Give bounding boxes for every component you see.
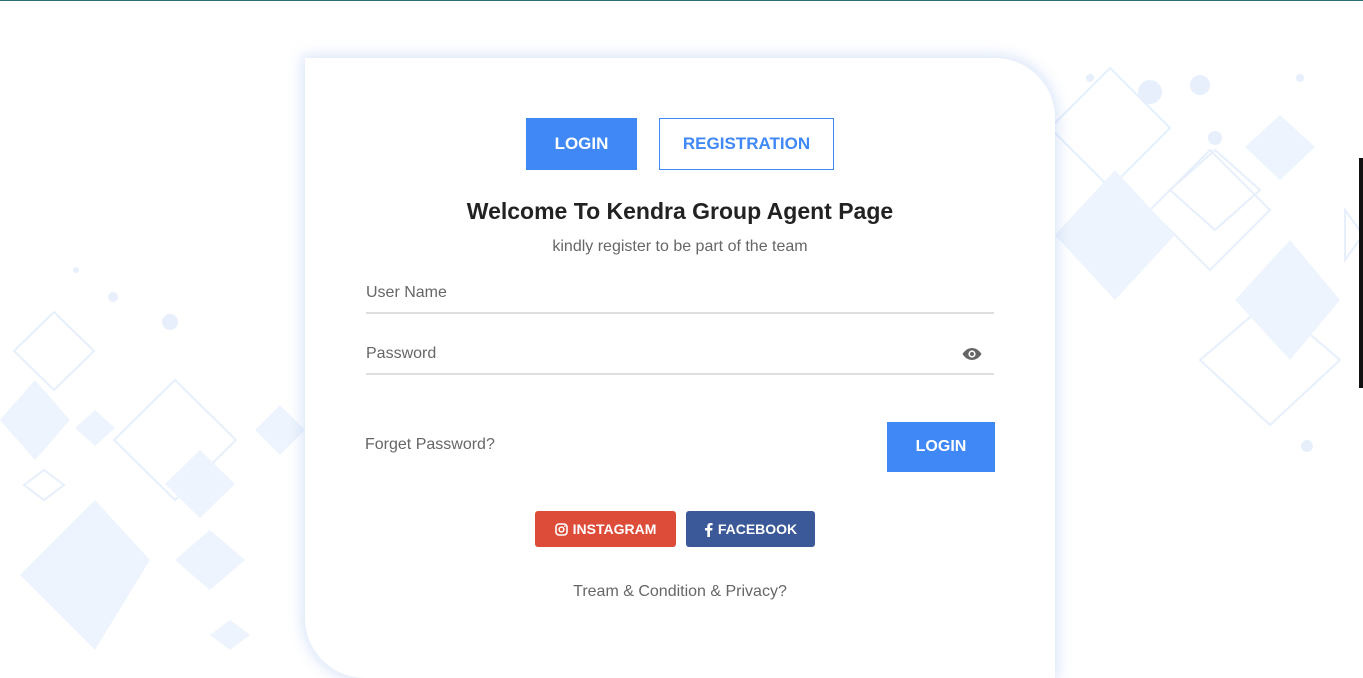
login-button[interactable]: LOGIN — [887, 422, 995, 472]
forget-password-link[interactable]: Forget Password? — [365, 436, 495, 454]
instagram-label: INSTAGRAM — [572, 521, 657, 537]
login-card: LOGIN REGISTRATION Welcome To Kendra Gro… — [305, 58, 1055, 678]
tab-login[interactable]: LOGIN — [526, 118, 637, 170]
tab-registration[interactable]: REGISTRATION — [659, 118, 834, 170]
username-field-container — [366, 276, 994, 314]
eye-icon[interactable] — [962, 347, 982, 361]
instagram-button[interactable]: INSTAGRAM — [535, 511, 676, 547]
facebook-button[interactable]: FACEBOOK — [686, 511, 815, 547]
page-subtitle: kindly register to be part of the team — [552, 238, 808, 255]
page-title: Welcome To Kendra Group Agent Page — [466, 198, 894, 224]
right-edge-bar — [1359, 158, 1363, 388]
terms-privacy-link[interactable]: Tream & Condition & Privacy? — [305, 583, 1055, 601]
facebook-label: FACEBOOK — [717, 521, 798, 537]
facebook-icon — [704, 522, 713, 537]
password-input[interactable] — [366, 337, 956, 371]
password-field-container — [366, 337, 994, 375]
username-input[interactable] — [366, 276, 956, 310]
instagram-icon — [554, 522, 568, 536]
